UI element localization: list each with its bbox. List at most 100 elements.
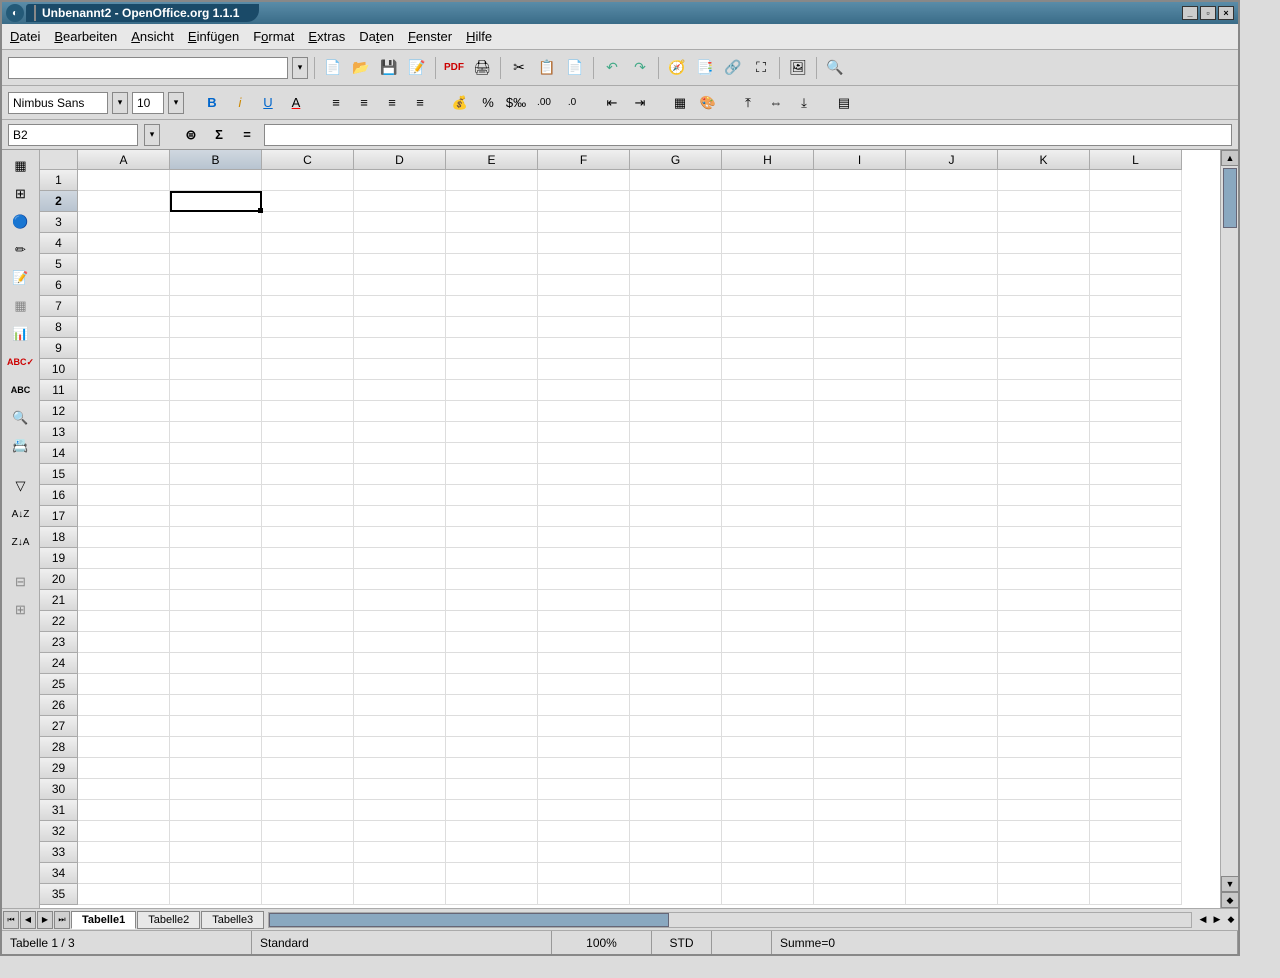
- column-header-F[interactable]: F: [538, 150, 630, 170]
- remove-decimal-icon[interactable]: .0: [560, 91, 584, 115]
- menu-daten[interactable]: Daten: [359, 29, 394, 44]
- cell-J22[interactable]: [906, 611, 998, 632]
- cell-K7[interactable]: [998, 296, 1090, 317]
- sort-asc-icon[interactable]: A↓Z: [9, 502, 33, 526]
- cell-reference-input[interactable]: [8, 124, 138, 146]
- cell-A24[interactable]: [78, 653, 170, 674]
- tab-prev-icon[interactable]: ◀: [20, 911, 36, 929]
- borders-icon[interactable]: ▦: [668, 91, 692, 115]
- cell-L16[interactable]: [1090, 485, 1182, 506]
- add-decimal-icon[interactable]: .00: [532, 91, 556, 115]
- cell-C16[interactable]: [262, 485, 354, 506]
- close-button[interactable]: ×: [1218, 6, 1234, 20]
- cell-F11[interactable]: [538, 380, 630, 401]
- cell-J14[interactable]: [906, 443, 998, 464]
- cell-J6[interactable]: [906, 275, 998, 296]
- cell-I9[interactable]: [814, 338, 906, 359]
- cell-K32[interactable]: [998, 821, 1090, 842]
- cell-H5[interactable]: [722, 254, 814, 275]
- cell-L33[interactable]: [1090, 842, 1182, 863]
- cell-I18[interactable]: [814, 527, 906, 548]
- cell-F33[interactable]: [538, 842, 630, 863]
- vertical-scrollbar[interactable]: ▲ ▼ ◆: [1220, 150, 1238, 908]
- url-dropdown[interactable]: ▾: [292, 57, 308, 79]
- row-header-4[interactable]: 4: [40, 233, 78, 254]
- datasource-icon[interactable]: 📇: [9, 434, 33, 458]
- bgcolor-icon[interactable]: 🎨: [696, 91, 720, 115]
- status-zoom[interactable]: 100%: [552, 931, 652, 954]
- cell-J7[interactable]: [906, 296, 998, 317]
- cell-D2[interactable]: [354, 191, 446, 212]
- cell-F9[interactable]: [538, 338, 630, 359]
- cell-L6[interactable]: [1090, 275, 1182, 296]
- font-size-input[interactable]: [132, 92, 164, 114]
- cell-I29[interactable]: [814, 758, 906, 779]
- cell-E16[interactable]: [446, 485, 538, 506]
- row-header-20[interactable]: 20: [40, 569, 78, 590]
- cell-B4[interactable]: [170, 233, 262, 254]
- cell-L34[interactable]: [1090, 863, 1182, 884]
- cell-G16[interactable]: [630, 485, 722, 506]
- cell-G20[interactable]: [630, 569, 722, 590]
- cell-L14[interactable]: [1090, 443, 1182, 464]
- cell-A29[interactable]: [78, 758, 170, 779]
- pdf-icon[interactable]: PDF: [442, 56, 466, 80]
- cell-I23[interactable]: [814, 632, 906, 653]
- cell-H3[interactable]: [722, 212, 814, 233]
- cell-G7[interactable]: [630, 296, 722, 317]
- cell-F20[interactable]: [538, 569, 630, 590]
- align-top-icon[interactable]: ⤒: [736, 91, 760, 115]
- tab-first-icon[interactable]: ⏮: [3, 911, 19, 929]
- fontsize-dropdown[interactable]: ▾: [168, 92, 184, 114]
- cell-G23[interactable]: [630, 632, 722, 653]
- align-right-icon[interactable]: ≡: [380, 91, 404, 115]
- cell-I13[interactable]: [814, 422, 906, 443]
- cell-D11[interactable]: [354, 380, 446, 401]
- column-header-A[interactable]: A: [78, 150, 170, 170]
- cell-B7[interactable]: [170, 296, 262, 317]
- edit-icon[interactable]: 📝: [405, 56, 429, 80]
- hyperlink-icon[interactable]: 🔗: [721, 56, 745, 80]
- autospell-icon[interactable]: ABC: [9, 378, 33, 402]
- cell-C11[interactable]: [262, 380, 354, 401]
- form-icon[interactable]: 📝: [9, 266, 33, 290]
- horizontal-scrollbar[interactable]: [268, 912, 1192, 928]
- cell-A4[interactable]: [78, 233, 170, 254]
- cell-G18[interactable]: [630, 527, 722, 548]
- cell-I6[interactable]: [814, 275, 906, 296]
- spreadsheet-grid[interactable]: ABCDEFGHIJKL 123456789101112131415161718…: [40, 150, 1220, 908]
- cell-F15[interactable]: [538, 464, 630, 485]
- row-header-22[interactable]: 22: [40, 611, 78, 632]
- cell-K14[interactable]: [998, 443, 1090, 464]
- cell-D31[interactable]: [354, 800, 446, 821]
- cell-B34[interactable]: [170, 863, 262, 884]
- cell-F4[interactable]: [538, 233, 630, 254]
- cell-J9[interactable]: [906, 338, 998, 359]
- cell-G13[interactable]: [630, 422, 722, 443]
- cell-J35[interactable]: [906, 884, 998, 905]
- cell-H13[interactable]: [722, 422, 814, 443]
- row-header-8[interactable]: 8: [40, 317, 78, 338]
- cell-H26[interactable]: [722, 695, 814, 716]
- cell-H17[interactable]: [722, 506, 814, 527]
- save-icon[interactable]: 💾: [377, 56, 401, 80]
- cell-A10[interactable]: [78, 359, 170, 380]
- cell-D4[interactable]: [354, 233, 446, 254]
- hscroll-split-icon[interactable]: ◆: [1224, 913, 1238, 927]
- cell-H33[interactable]: [722, 842, 814, 863]
- cell-C14[interactable]: [262, 443, 354, 464]
- cell-D30[interactable]: [354, 779, 446, 800]
- number-format-icon[interactable]: $‰: [504, 91, 528, 115]
- cell-E29[interactable]: [446, 758, 538, 779]
- cell-K23[interactable]: [998, 632, 1090, 653]
- cell-B32[interactable]: [170, 821, 262, 842]
- row-header-15[interactable]: 15: [40, 464, 78, 485]
- cell-K17[interactable]: [998, 506, 1090, 527]
- row-header-12[interactable]: 12: [40, 401, 78, 422]
- cell-E18[interactable]: [446, 527, 538, 548]
- cell-K1[interactable]: [998, 170, 1090, 191]
- cell-J12[interactable]: [906, 401, 998, 422]
- cell-J23[interactable]: [906, 632, 998, 653]
- cell-D26[interactable]: [354, 695, 446, 716]
- cell-H7[interactable]: [722, 296, 814, 317]
